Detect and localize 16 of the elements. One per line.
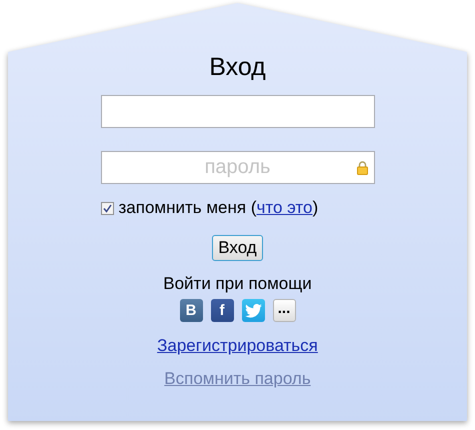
login-title: Вход — [209, 52, 266, 82]
remember-checkbox[interactable] — [100, 202, 114, 214]
vk-button[interactable]: B — [180, 299, 202, 322]
login-field[interactable] — [100, 95, 374, 128]
paren: ( — [250, 198, 256, 218]
login-button[interactable]: Вход — [212, 235, 263, 261]
password-field[interactable]: пароль — [100, 151, 374, 184]
facebook-button[interactable]: f — [210, 299, 234, 322]
social-login-label: Войти при помощи — [163, 274, 312, 294]
lock-icon — [356, 161, 368, 175]
twitter-button[interactable] — [242, 299, 264, 322]
more-button[interactable]: ... — [272, 299, 296, 322]
paren: ) — [312, 198, 318, 218]
remember-label: запомнить меня — [118, 198, 246, 218]
what-is-this-link[interactable]: что это — [256, 198, 312, 218]
register-link[interactable]: Зарегистрироваться — [157, 336, 318, 355]
